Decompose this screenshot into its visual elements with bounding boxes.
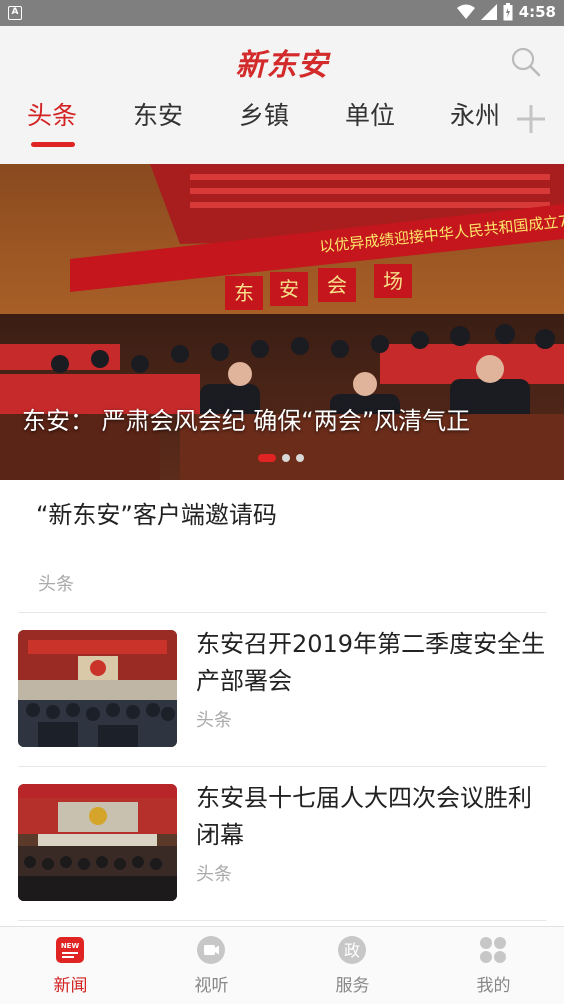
news-item-safety-meeting[interactable]: 东安召开2019年第二季度安全生产部署会 头条 — [0, 612, 564, 766]
nav-label: 服务 — [335, 976, 370, 996]
news-title: 东安召开2019年第二季度安全生产部署会 — [196, 630, 546, 695]
top-header: 新东安 头条 东安 乡镇 单位 永州 — [0, 26, 564, 164]
tab-dongan[interactable]: 东安 — [133, 96, 183, 136]
nav-label: 新闻 — [53, 976, 88, 996]
nav-profile[interactable]: 我的 — [423, 927, 564, 1004]
news-thumbnail — [18, 784, 177, 901]
venue-sign-char: 安 — [279, 277, 299, 301]
plus-icon[interactable] — [514, 102, 548, 136]
news-item-npc-closing[interactable]: 东安县十七届人大四次会议胜利闭幕 头条 — [0, 766, 564, 920]
news-tag: 头条 — [196, 864, 232, 885]
service-icon: 政 — [338, 936, 366, 964]
nav-news[interactable]: NEW 新闻 — [0, 927, 141, 1004]
a-icon: A — [8, 6, 22, 20]
app-logo: 新东安 — [235, 48, 329, 83]
status-icons: 4:58 — [456, 3, 556, 21]
nav-service[interactable]: 政 服务 — [282, 927, 423, 1004]
headline-carousel[interactable]: 以优异成绩迎接中华人民共和国成立70周年 东 安 会 场 东安： 严肃会风会纪 … — [0, 164, 564, 480]
carousel-dot — [296, 454, 304, 462]
tab-toutiao[interactable]: 头条 — [27, 96, 77, 136]
news-title: 东安县十七届人大四次会议胜利闭幕 — [196, 784, 532, 849]
tab-danwei[interactable]: 单位 — [345, 96, 395, 136]
news-icon: NEW — [56, 937, 84, 963]
status-bar: A 4:58 — [0, 0, 564, 26]
banner-caption[interactable]: 东安： 严肃会风会纪 确保“两会”风清气正 — [22, 401, 470, 436]
clock: 4:58 — [518, 3, 556, 21]
nav-video[interactable]: 视听 — [141, 927, 282, 1004]
tab-xiangzhen[interactable]: 乡镇 — [239, 96, 289, 136]
carousel-dot — [282, 454, 290, 462]
active-tab-indicator — [31, 142, 75, 147]
carousel-indicator — [258, 454, 304, 462]
battery-icon — [503, 3, 513, 21]
venue-sign-char: 会 — [327, 273, 347, 297]
search-icon[interactable] — [508, 44, 544, 80]
signal-icon — [480, 4, 497, 20]
wifi-icon — [456, 4, 475, 19]
video-icon — [197, 936, 225, 964]
divider — [18, 920, 546, 921]
bottom-nav: NEW 新闻 视听 政 服务 我的 — [0, 926, 564, 1004]
news-tag: 头条 — [196, 710, 232, 731]
nav-label: 视听 — [194, 976, 229, 996]
venue-sign-char: 东 — [234, 281, 254, 305]
venue-sign-char: 场 — [383, 269, 403, 293]
carousel-dot-active — [258, 454, 276, 462]
news-title: “新东安”客户端邀请码 — [36, 501, 277, 529]
svg-text:NEW: NEW — [61, 942, 80, 950]
channel-tabs: 头条 东安 乡镇 单位 永州 — [0, 96, 520, 147]
nav-label: 我的 — [476, 976, 511, 996]
svg-text:政: 政 — [344, 941, 360, 960]
news-thumbnail — [18, 630, 177, 747]
news-item-invite[interactable]: “新东安”客户端邀请码 头条 — [0, 480, 564, 613]
tab-yongzhou[interactable]: 永州 — [450, 96, 500, 136]
profile-grid-icon — [480, 937, 506, 963]
news-tag: 头条 — [38, 574, 74, 595]
